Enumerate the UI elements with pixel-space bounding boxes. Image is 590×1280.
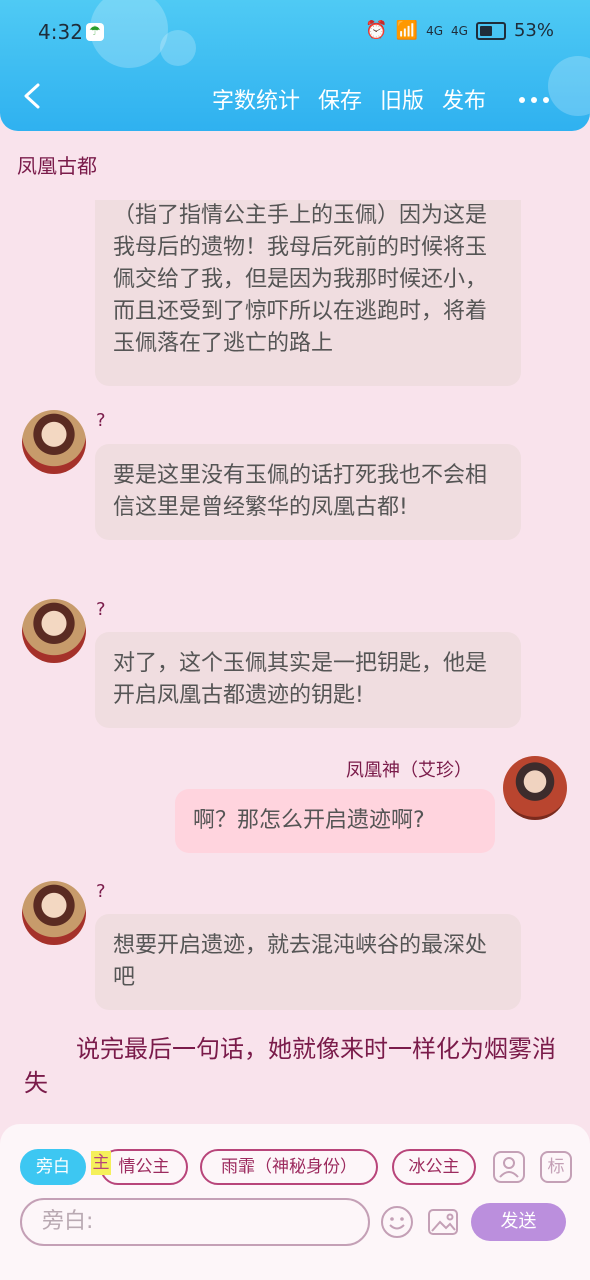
back-arrow-icon[interactable] <box>20 82 48 110</box>
decor-bubble <box>548 56 590 116</box>
signal-1-icon: 4G <box>426 23 444 38</box>
role-chip-qing[interactable]: 情公主 <box>100 1149 188 1185</box>
role-chip-yufei[interactable]: 雨霏（神秘身份） <box>200 1149 378 1185</box>
avatar[interactable] <box>22 410 86 474</box>
message-bubble[interactable]: 对了，这个玉佩其实是一把钥匙，他是开启凤凰古都遗迹的钥匙! <box>95 632 521 728</box>
send-button[interactable]: 发送 <box>471 1203 566 1241</box>
battery-fill <box>479 25 492 36</box>
sender-name: ? <box>96 881 106 902</box>
save-button[interactable]: 保存 <box>318 83 362 115</box>
add-role-icon[interactable] <box>493 1151 525 1183</box>
avatar[interactable] <box>503 756 567 820</box>
message-list[interactable]: （指了指情公主手上的玉佩）因为这是我母后的遗物！我母后死前的时候将玉佩交给了我，… <box>0 200 590 1120</box>
signal-2-icon: 4G <box>451 23 468 38</box>
avatar[interactable] <box>22 599 86 663</box>
message-text: 对了，这个玉佩其实是一把钥匙，他是开启凤凰古都遗迹的钥匙! <box>113 651 488 708</box>
battery-percent: 53% <box>513 20 554 41</box>
app-notification-icon: ☂ <box>86 23 104 41</box>
word-count-button[interactable]: 字数统计 <box>212 83 300 115</box>
status-icons: ⏰ 📶 4G 4G 53% <box>365 20 554 41</box>
message-bubble[interactable]: 想要开启遗迹，就去混沌峡谷的最深处吧 <box>95 914 521 1010</box>
page-title: 凤凰古都 <box>17 154 97 178</box>
header-actions: 字数统计 保存 旧版 发布 <box>212 83 486 115</box>
old-version-button[interactable]: 旧版 <box>380 83 424 115</box>
role-chip-narrator[interactable]: 旁白 <box>20 1149 86 1185</box>
emoji-icon[interactable] <box>380 1205 414 1239</box>
sender-name: 凤凰神（艾珍） <box>346 760 472 781</box>
status-time: 4:32 <box>38 20 83 44</box>
message-input[interactable]: 旁白: <box>20 1198 370 1246</box>
more-menu-icon[interactable] <box>519 97 549 103</box>
message-text: 啊？那怎么开启遗迹啊? <box>193 808 425 833</box>
role-chip-bing[interactable]: 冰公主 <box>392 1149 476 1185</box>
avatar[interactable] <box>22 881 86 945</box>
alarm-icon: ⏰ <box>365 20 388 41</box>
message-text: 要是这里没有玉佩的话打死我也不会相信这里是曾经繁华的凤凰古都! <box>113 463 488 520</box>
sender-name: ? <box>96 599 106 620</box>
main-role-tag: 主 <box>91 1151 111 1175</box>
image-icon[interactable] <box>426 1205 460 1239</box>
decor-bubble <box>160 30 196 66</box>
publish-button[interactable]: 发布 <box>442 83 486 115</box>
narration-text[interactable]: 说完最后一句话，她就像来时一样化为烟雾消失 <box>24 1032 564 1100</box>
app-header: 4:32 ☂ ⏰ 📶 4G 4G 53% 字数统计 保存 旧版 发布 <box>0 0 590 131</box>
wifi-icon: 📶 <box>395 20 419 41</box>
battery-icon <box>475 21 506 40</box>
message-text: 想要开启遗迹，就去混沌峡谷的最深处吧 <box>113 933 488 990</box>
message-bubble[interactable]: 要是这里没有玉佩的话打死我也不会相信这里是曾经繁华的凤凰古都! <box>95 444 521 540</box>
message-bubble[interactable]: （指了指情公主手上的玉佩）因为这是我母后的遗物！我母后死前的时候将玉佩交给了我，… <box>95 200 521 386</box>
message-text: （指了指情公主手上的玉佩）因为这是我母后的遗物！我母后死前的时候将玉佩交给了我，… <box>113 203 488 356</box>
message-bubble[interactable]: 啊？那怎么开启遗迹啊? <box>175 789 495 853</box>
tag-button[interactable]: 标 <box>540 1151 572 1183</box>
sender-name: ? <box>96 410 106 431</box>
